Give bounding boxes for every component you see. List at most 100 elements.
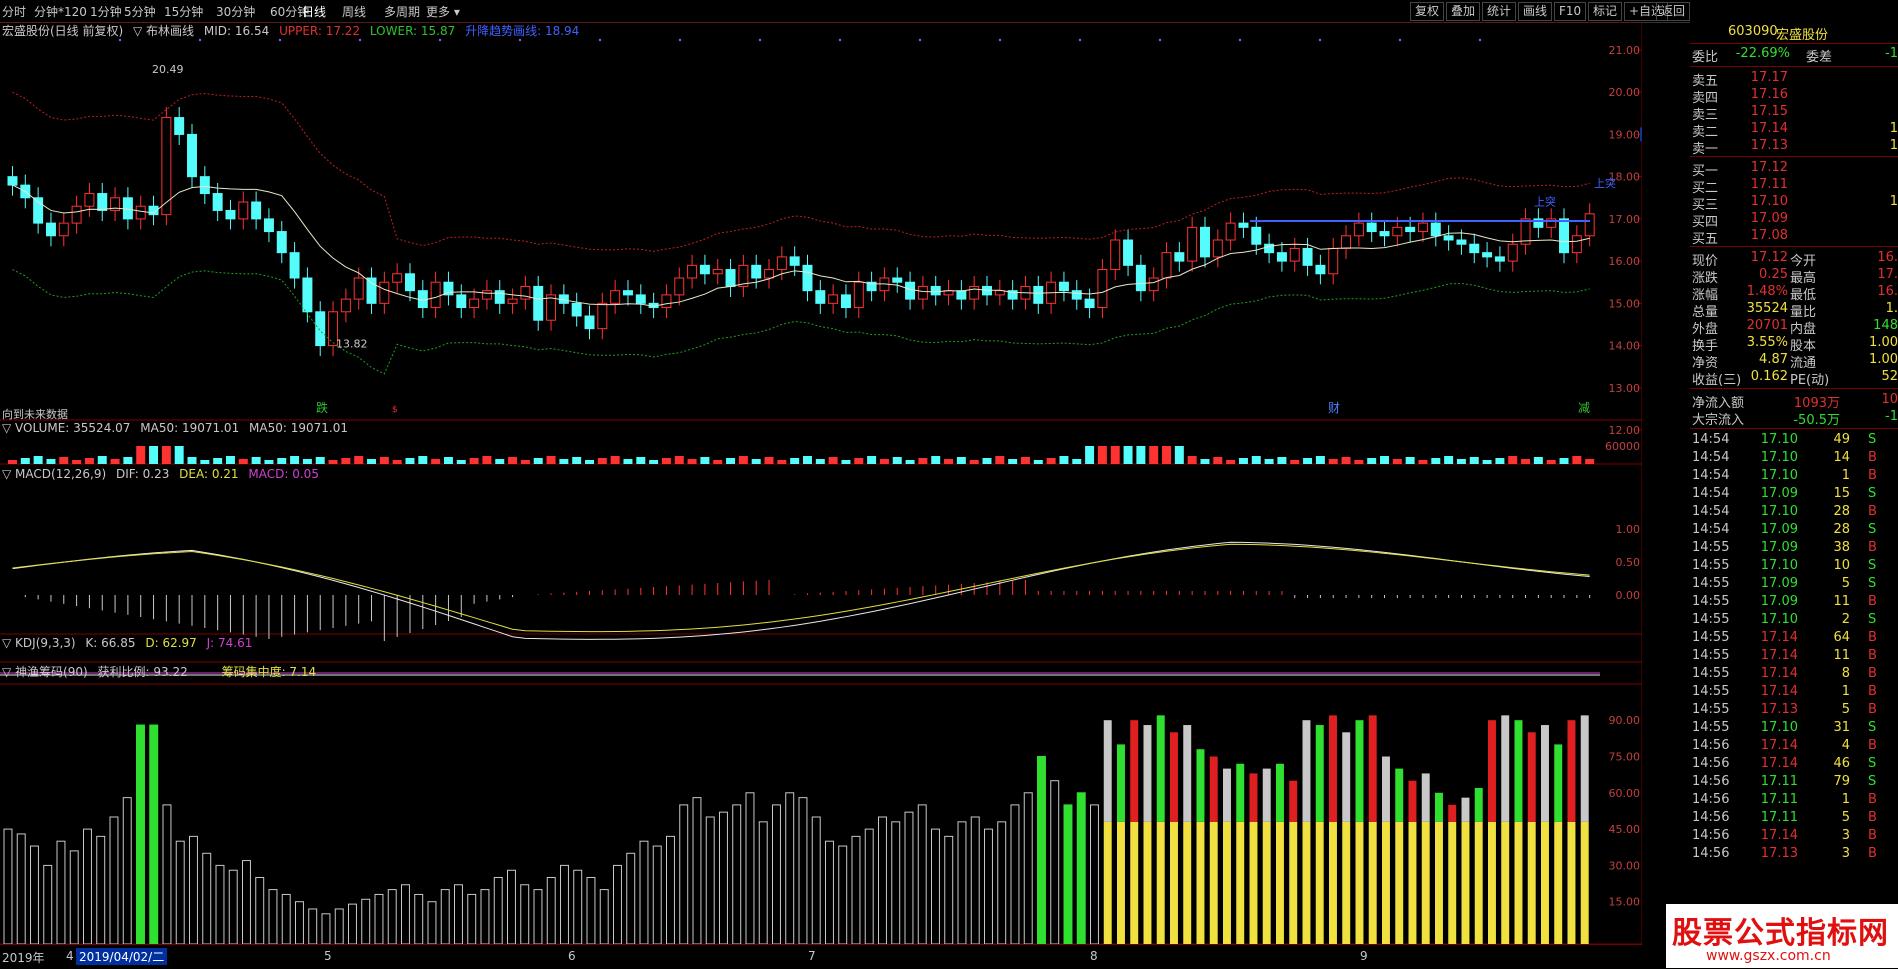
future-data-text: 向到未来数据 xyxy=(2,407,68,421)
tick-row-5: 14:54 17.09 28 S xyxy=(1690,522,1898,540)
candle-body xyxy=(135,205,146,220)
chip-bar-yellow xyxy=(1421,821,1430,944)
kdj-j: J: 74.61 xyxy=(206,636,253,650)
month-9-label: 9 xyxy=(1360,949,1368,963)
flow-value: -50.5万 xyxy=(1793,413,1840,428)
tick-price: 17.14 xyxy=(1760,828,1798,843)
chip-bar-top xyxy=(1501,715,1510,822)
volume-bar xyxy=(956,457,966,464)
candle-body xyxy=(174,117,185,135)
chip-bar xyxy=(626,852,636,945)
volume-bar xyxy=(1572,456,1582,464)
chip-bar-top xyxy=(1223,768,1231,822)
period-tab-10[interactable]: 更多 ▾ xyxy=(426,3,460,20)
chip-bar-yellow xyxy=(1103,821,1112,944)
stat-label: 收益(三) xyxy=(1692,373,1742,388)
tick-side: B xyxy=(1868,630,1877,645)
time-axis: 2019年 4 2019/04/02/二 5 6 7 8 9 xyxy=(0,944,1642,969)
chip-bar xyxy=(387,889,397,945)
volume-bar xyxy=(20,458,30,464)
period-tab-9[interactable]: 多周期 xyxy=(384,3,420,20)
candle-body xyxy=(1456,239,1467,245)
top-marker-dot xyxy=(1318,38,1322,42)
volume-bar xyxy=(123,457,133,464)
period-tab-7[interactable]: 日线 xyxy=(302,3,326,20)
volume-bar xyxy=(379,457,389,464)
tick-volume: 28 xyxy=(1833,522,1850,537)
tick-volume: 79 xyxy=(1833,774,1850,789)
volume-bar xyxy=(1174,446,1184,464)
tick-volume: 3 xyxy=(1841,846,1850,861)
toolbar-button-3[interactable]: 画线 xyxy=(1518,2,1553,21)
toolbar-button-1[interactable]: 叠加 xyxy=(1446,2,1481,21)
tick-time: 14:56 xyxy=(1692,792,1730,807)
chip-bar-top xyxy=(1103,720,1112,822)
period-tab-8[interactable]: 周线 xyxy=(342,3,366,20)
price-tick-label: 14.00 xyxy=(1609,340,1641,353)
tick-side: B xyxy=(1868,792,1877,807)
signal-mark-jian: 减 xyxy=(1578,401,1590,415)
chip-bar xyxy=(785,792,795,945)
chip-bar xyxy=(692,797,702,945)
year-label: 2019年 xyxy=(2,951,45,965)
volume-bar xyxy=(790,458,800,464)
period-tab-2[interactable]: 1分钟 xyxy=(90,3,122,20)
tick-row-7: 14:55 17.10 10 S xyxy=(1690,558,1898,576)
chip-bar xyxy=(175,840,185,945)
volume-bar xyxy=(700,457,710,464)
indicator-label[interactable]: ▽ 布林画线 xyxy=(133,24,194,38)
period-tab-1[interactable]: 分钟*120 xyxy=(34,3,87,20)
chip-bar xyxy=(136,724,145,945)
candle-body xyxy=(276,231,287,254)
ask-price: 17.14 xyxy=(1750,121,1788,136)
toolbar-button-7[interactable]: 返回 xyxy=(1656,2,1691,21)
toolbar-button-4[interactable]: F10 xyxy=(1554,2,1587,21)
ask-row-2: 卖三 17.15 xyxy=(1690,104,1898,123)
chip-bar xyxy=(109,816,119,945)
chip-bar xyxy=(348,903,357,945)
tick-price: 17.10 xyxy=(1760,612,1798,627)
chip-bar-yellow xyxy=(1223,821,1231,944)
chip-bar-yellow xyxy=(1501,821,1510,944)
volume-bar xyxy=(879,459,889,464)
tick-time: 14:55 xyxy=(1692,702,1730,717)
stat-value-2: 1.00 xyxy=(1869,335,1898,350)
stat-row-1: 涨跌 0.25 最高 17. xyxy=(1690,267,1898,286)
toolbar-button-5[interactable]: 标记 xyxy=(1588,2,1623,21)
period-tab-5[interactable]: 30分钟 xyxy=(216,3,255,20)
volume-bar xyxy=(1162,446,1172,464)
volume-bar xyxy=(110,459,120,464)
volume-bar xyxy=(726,458,736,464)
chip-bar xyxy=(1010,804,1020,945)
chip-bar-yellow xyxy=(1276,821,1284,944)
tick-price: 17.10 xyxy=(1760,504,1798,519)
stat-row-5: 换手 3.55% 股本 1.00 xyxy=(1690,335,1898,354)
quote-separator-4 xyxy=(1690,388,1898,389)
period-tab-4[interactable]: 15分钟 xyxy=(164,3,203,20)
stat-value-2: 1.00 xyxy=(1869,352,1898,367)
chip-bar xyxy=(228,869,238,945)
volume-bar xyxy=(1328,459,1338,464)
toolbar-button-0[interactable]: 复权 xyxy=(1410,2,1445,21)
tick-row-18: 14:56 17.14 46 S xyxy=(1690,756,1898,774)
volume-bar xyxy=(572,457,582,464)
candle-body xyxy=(905,281,916,300)
candle-body xyxy=(725,269,736,287)
chip-bar-top xyxy=(1461,797,1470,822)
candle-body xyxy=(674,277,685,296)
candle-body xyxy=(661,294,672,309)
tick-price: 17.14 xyxy=(1760,756,1798,771)
period-tab-3[interactable]: 5分钟 xyxy=(124,3,156,20)
chip-bar-top xyxy=(1514,720,1523,822)
toolbar-button-2[interactable]: 统计 xyxy=(1482,2,1517,21)
period-tab-0[interactable]: 分时 xyxy=(2,3,26,20)
tick-time: 14:54 xyxy=(1692,522,1730,537)
chart-area[interactable]: 21.0020.0019.0018.0017.0016.0015.0014.00… xyxy=(0,22,1642,966)
chip-bar xyxy=(891,821,901,945)
stat-value: 4.87 xyxy=(1759,352,1788,367)
candle-body xyxy=(635,294,646,304)
volume-bar xyxy=(738,456,748,464)
top-marker-dot xyxy=(1398,38,1402,42)
tick-volume: 28 xyxy=(1833,504,1850,519)
volume-bar xyxy=(1008,459,1018,464)
